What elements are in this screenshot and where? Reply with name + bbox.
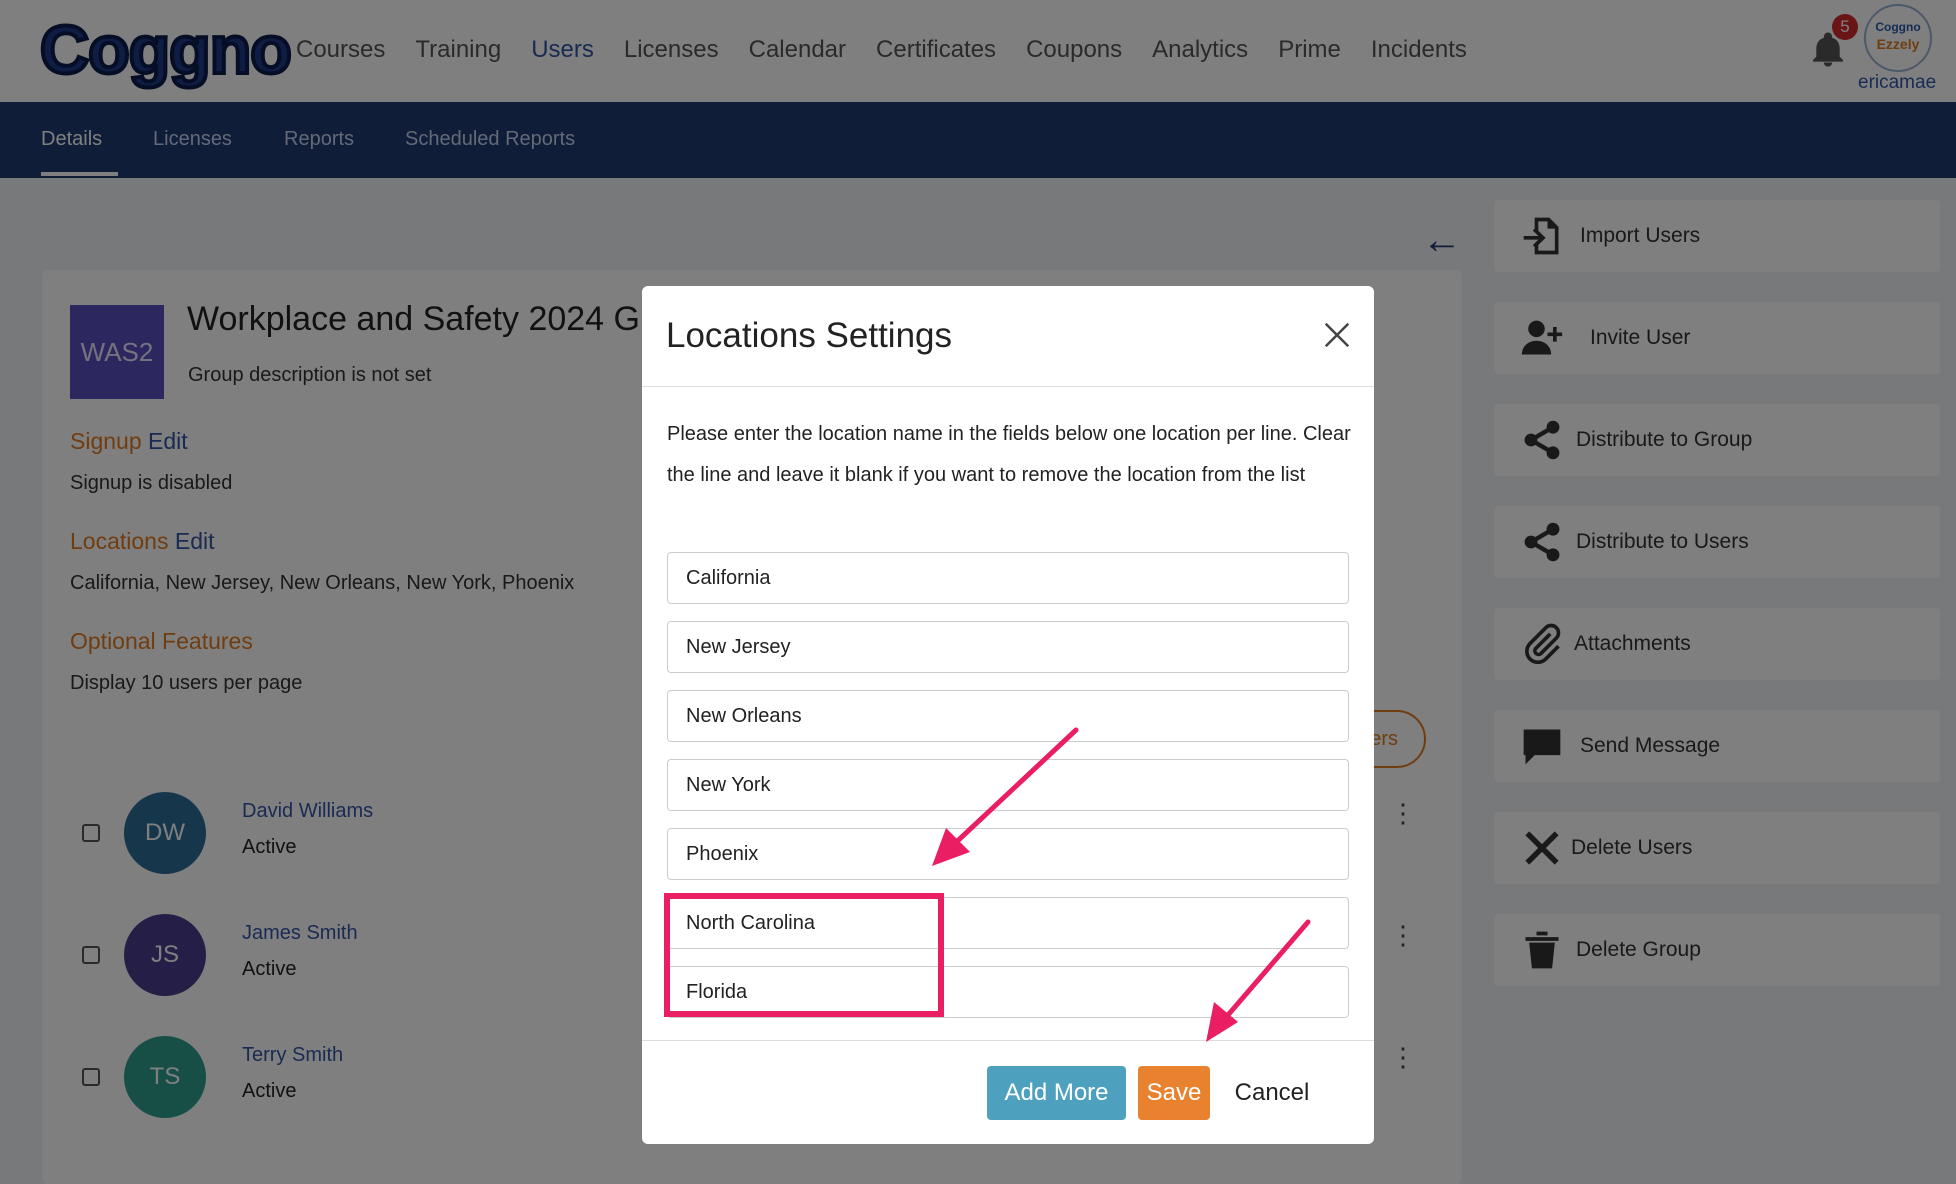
location-input[interactable] [667, 690, 1349, 742]
modal-title: Locations Settings [666, 316, 953, 355]
modal-header-divider [642, 386, 1374, 387]
location-input[interactable] [667, 552, 1349, 604]
cancel-button[interactable]: Cancel [1222, 1066, 1322, 1120]
location-input[interactable] [667, 966, 1349, 1018]
location-input[interactable] [667, 621, 1349, 673]
add-more-button[interactable]: Add More [987, 1066, 1126, 1120]
location-input[interactable] [667, 828, 1349, 880]
save-button[interactable]: Save [1138, 1066, 1210, 1120]
locations-settings-modal: Locations Settings Please enter the loca… [642, 286, 1374, 1144]
location-input[interactable] [667, 897, 1349, 949]
modal-footer-divider [642, 1040, 1374, 1041]
close-icon[interactable] [1322, 320, 1352, 350]
modal-instructions: Please enter the location name in the fi… [667, 423, 1351, 486]
location-input[interactable] [667, 759, 1349, 811]
